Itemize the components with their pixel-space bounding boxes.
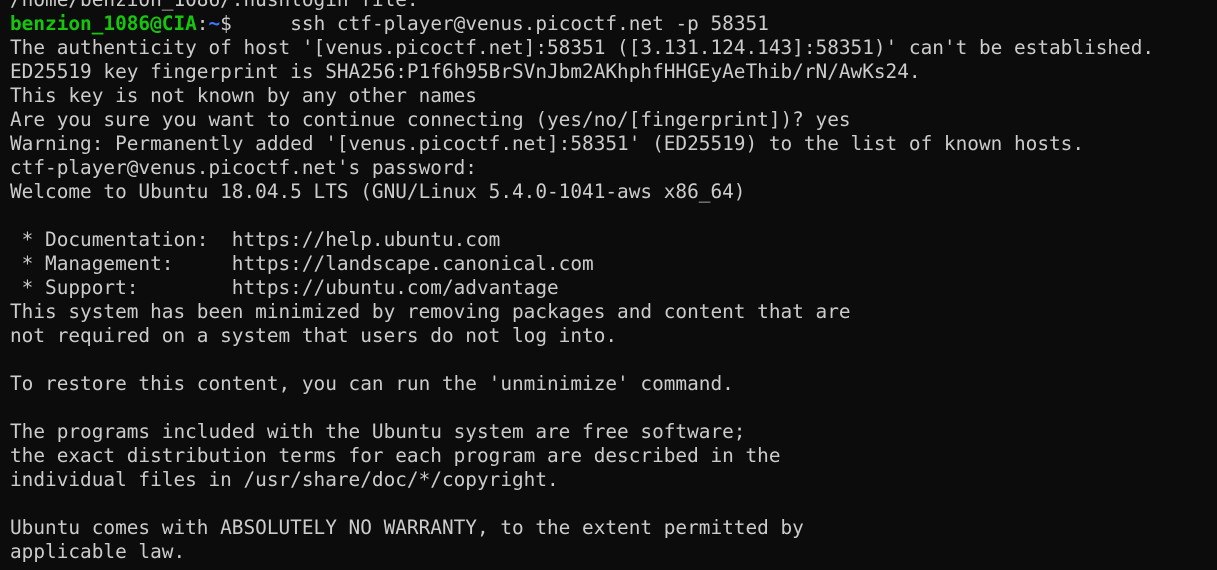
terminal-line-top: /home/benzion_1086/.hushlogin file. xyxy=(10,0,1210,12)
terminal-line: Warning: Permanently added '[venus.picoc… xyxy=(10,132,1085,155)
terminal-line: Welcome to Ubuntu 18.04.5 LTS (GNU/Linux… xyxy=(10,180,746,203)
terminal-line: Are you sure you want to continue connec… xyxy=(10,108,851,131)
prompt-dollar: $ xyxy=(220,12,232,35)
terminal-line: individual files in /usr/share/doc/*/cop… xyxy=(10,468,559,491)
terminal-output[interactable]: /home/benzion_1086/.hushlogin file. benz… xyxy=(10,0,1210,564)
terminal-line: To restore this content, you can run the… xyxy=(10,372,734,395)
prompt-path: ~ xyxy=(208,12,221,35)
prompt-command: ssh ctf-player@venus.picoctf.net -p 5835… xyxy=(231,12,769,35)
terminal-line: ED25519 key fingerprint is SHA256:P1f6h9… xyxy=(10,60,921,83)
terminal-line: The authenticity of host '[venus.picoctf… xyxy=(10,36,1155,59)
prompt-user-host: benzion_1086@CIA xyxy=(10,12,197,35)
terminal-line: ctf-player@venus.picoctf.net's password: xyxy=(10,156,477,179)
terminal-line: This key is not known by any other names xyxy=(10,84,477,107)
terminal-line: * Management: https://landscape.canonica… xyxy=(10,252,594,275)
terminal-line: The programs included with the Ubuntu sy… xyxy=(10,420,746,443)
terminal-line: * Documentation: https://help.ubuntu.com xyxy=(10,228,501,251)
prompt-line: benzion_1086@CIA:~$ ssh ctf-player@venus… xyxy=(10,12,1210,36)
prompt-separator: : xyxy=(196,12,209,35)
terminal-line: applicable law. xyxy=(10,540,186,563)
terminal-line: Ubuntu comes with ABSOLUTELY NO WARRANTY… xyxy=(10,516,804,539)
terminal-line: the exact distribution terms for each pr… xyxy=(10,444,781,467)
terminal-line: This system has been minimized by removi… xyxy=(10,300,851,323)
terminal-line: not required on a system that users do n… xyxy=(10,324,618,347)
terminal-line: * Support: https://ubuntu.com/advantage xyxy=(10,276,559,299)
